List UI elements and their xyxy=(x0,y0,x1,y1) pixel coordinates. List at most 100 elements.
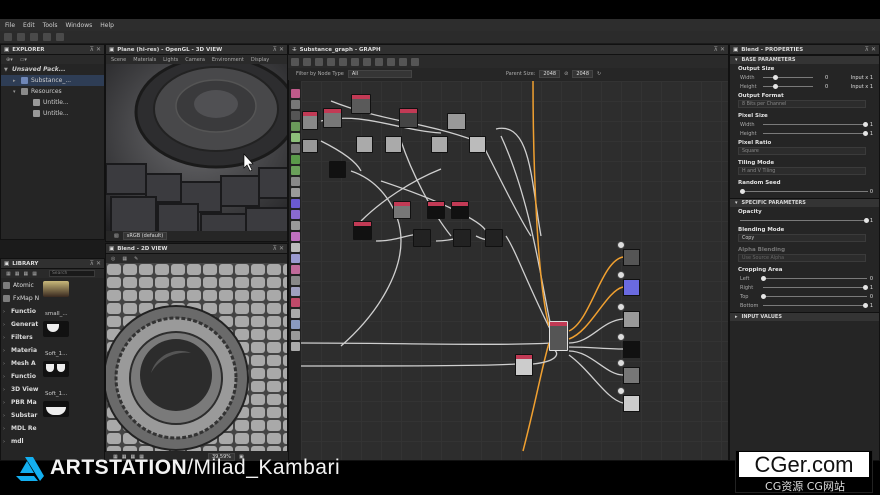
specific-parameters-section[interactable]: ▾ SPECIFIC PARAMETERS xyxy=(730,198,879,207)
library-thumb[interactable] xyxy=(43,361,69,377)
tree-icon[interactable] xyxy=(351,57,359,66)
height-slider[interactable] xyxy=(763,84,813,89)
palette-node-icon[interactable] xyxy=(290,232,300,241)
slider-knob[interactable] xyxy=(864,218,869,223)
library-cat-mesh[interactable]: › Mesh A xyxy=(1,357,41,370)
width-slider[interactable] xyxy=(763,75,813,80)
colorspace-dropdown[interactable]: sRGB (default) xyxy=(122,232,168,240)
chevron-down-icon[interactable]: ▼ xyxy=(4,67,9,73)
graph-node[interactable] xyxy=(302,139,318,153)
blending-mode-dropdown[interactable]: Copy xyxy=(738,234,866,242)
library-cat-atomic[interactable]: Atomic xyxy=(1,279,41,292)
opacity-slider[interactable] xyxy=(740,218,869,223)
frame-icon[interactable] xyxy=(291,57,299,66)
output-node[interactable] xyxy=(623,311,640,328)
output-icon[interactable] xyxy=(617,359,625,367)
folder-icon[interactable]: ▭▾ xyxy=(20,57,27,63)
pin-node-icon[interactable] xyxy=(387,57,395,66)
library-cat-functions[interactable]: › Functio xyxy=(1,305,41,318)
undo-icon[interactable] xyxy=(43,33,51,41)
pin-icon[interactable]: ⊼ ✕ xyxy=(90,260,101,267)
library-cat-pbr[interactable]: › PBR Ma xyxy=(1,396,41,409)
palette-node-icon[interactable] xyxy=(290,100,300,109)
pin-icon[interactable]: ⊼ ✕ xyxy=(273,46,284,53)
menu-tools[interactable]: Tools xyxy=(43,22,58,29)
graph-node[interactable] xyxy=(515,354,533,376)
graph-node[interactable] xyxy=(427,201,445,219)
pixel-height-slider[interactable] xyxy=(763,131,868,136)
graph-node[interactable] xyxy=(431,136,448,153)
menu-windows[interactable]: Windows xyxy=(65,22,92,29)
graph-node[interactable] xyxy=(469,136,486,153)
palette-node-icon[interactable] xyxy=(290,199,300,208)
palette-node-icon[interactable] xyxy=(290,122,300,131)
input-values-section[interactable]: ▸ INPUT VALUES xyxy=(730,312,879,321)
slider-knob[interactable] xyxy=(863,131,868,136)
graph-node[interactable] xyxy=(413,229,431,247)
view2d-tool-icon[interactable]: ▦ xyxy=(122,256,127,262)
slider-knob[interactable] xyxy=(761,294,766,299)
slider-knob[interactable] xyxy=(761,276,766,281)
graph-canvas[interactable] xyxy=(301,81,728,460)
size-x-dropdown[interactable]: 2048 xyxy=(539,70,561,78)
output-node[interactable] xyxy=(623,249,640,266)
view3d-menu-camera[interactable]: Camera xyxy=(185,57,205,63)
library-thumb[interactable] xyxy=(43,281,69,297)
graph-node[interactable] xyxy=(485,229,503,247)
library-cat-fxmap[interactable]: FxMap N xyxy=(1,292,41,305)
palette-node-icon[interactable] xyxy=(290,276,300,285)
graph-node[interactable] xyxy=(393,201,411,219)
graph-node[interactable] xyxy=(385,136,402,153)
tree-item-resources[interactable]: ▾ Resources xyxy=(1,86,104,97)
graph-node[interactable] xyxy=(353,221,372,240)
chevron-right-icon[interactable]: ▸ xyxy=(13,78,18,84)
output-node[interactable] xyxy=(623,341,640,358)
palette-node-icon[interactable] xyxy=(290,111,300,120)
graph-node[interactable] xyxy=(447,113,466,130)
view2d-tool-icon[interactable]: ✎ xyxy=(134,256,138,262)
output-icon[interactable] xyxy=(617,241,625,249)
view3d-menu-materials[interactable]: Materials xyxy=(133,57,156,63)
graph-node[interactable] xyxy=(323,108,342,128)
crop-top-slider[interactable] xyxy=(761,294,867,299)
graph-node[interactable] xyxy=(399,108,418,128)
output-format-dropdown[interactable]: 8 Bits per Channel xyxy=(738,100,866,108)
library-thumb[interactable] xyxy=(43,401,69,417)
palette-node-icon[interactable] xyxy=(290,221,300,230)
width-mode[interactable]: Input x 1 xyxy=(851,75,873,81)
graph-node[interactable] xyxy=(302,111,318,130)
palette-node-icon[interactable] xyxy=(290,89,300,98)
palette-node-icon[interactable] xyxy=(290,287,300,296)
library-search-input[interactable]: Search xyxy=(48,270,95,277)
crop-right-slider[interactable] xyxy=(763,285,868,290)
layout-icon[interactable] xyxy=(339,57,347,66)
view3d-menu-lights[interactable]: Lights xyxy=(163,57,178,63)
pixel-width-slider[interactable] xyxy=(763,122,868,127)
reset-icon[interactable]: ↻ xyxy=(597,71,601,77)
palette-node-icon[interactable] xyxy=(290,188,300,197)
menu-edit[interactable]: Edit xyxy=(23,22,35,29)
output-icon[interactable] xyxy=(411,57,419,66)
comment-icon[interactable] xyxy=(363,57,371,66)
output-icon[interactable] xyxy=(617,333,625,341)
grid-icon[interactable] xyxy=(303,57,311,66)
lib-tool-icon[interactable]: ▦ xyxy=(23,271,28,277)
crop-left-slider[interactable] xyxy=(761,276,867,281)
tiling-mode-dropdown[interactable]: H and V Tiling xyxy=(738,167,866,175)
palette-node-icon[interactable] xyxy=(290,210,300,219)
snap-icon[interactable] xyxy=(399,57,407,66)
menu-help[interactable]: Help xyxy=(100,22,114,29)
graph-node[interactable] xyxy=(329,161,346,178)
graph-node[interactable] xyxy=(453,229,471,247)
palette-node-icon[interactable] xyxy=(290,166,300,175)
palette-node-icon[interactable] xyxy=(290,254,300,263)
package-row[interactable]: ▼ Unsaved Pack... xyxy=(1,64,104,75)
slider-knob[interactable] xyxy=(773,75,778,80)
palette-node-icon[interactable] xyxy=(290,144,300,153)
library-cat-materials[interactable]: › Materia xyxy=(1,344,41,357)
pin-icon[interactable]: ⊼ ✕ xyxy=(714,46,725,53)
new-package-icon[interactable]: ⊕▾ xyxy=(6,57,13,63)
frame-node-icon[interactable] xyxy=(375,57,383,66)
open-icon[interactable] xyxy=(17,33,25,41)
crop-bottom-slider[interactable] xyxy=(763,303,868,308)
